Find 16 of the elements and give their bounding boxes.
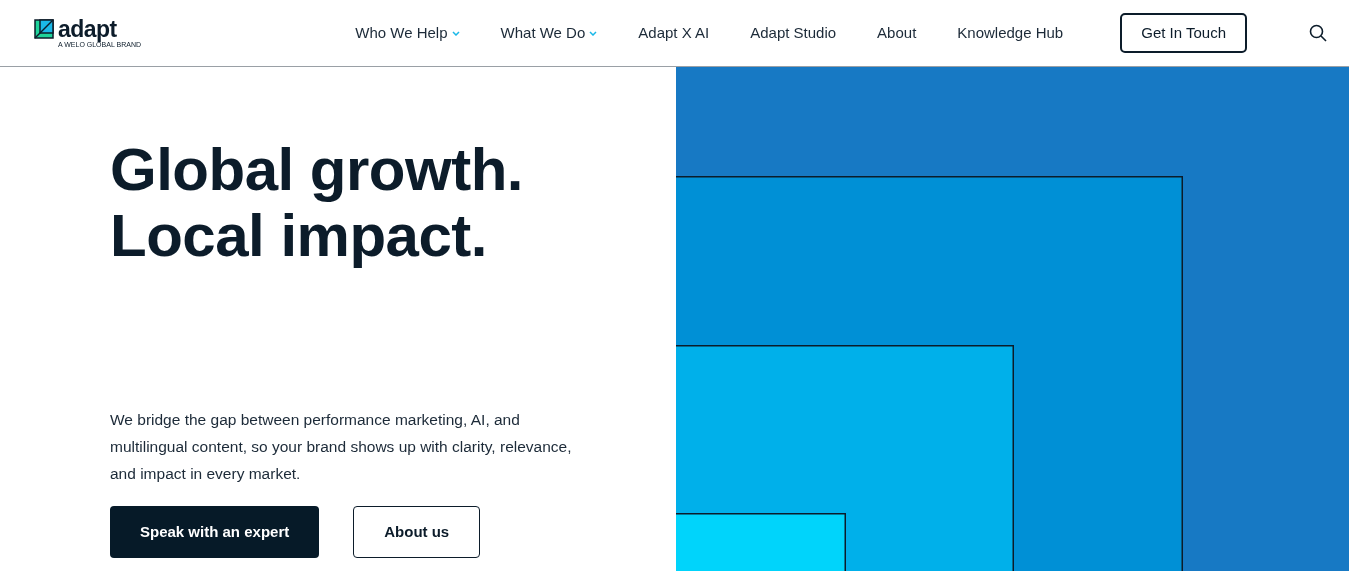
logo-wordmark: adapt	[58, 17, 118, 40]
logo-icon	[34, 18, 54, 39]
speak-with-expert-button[interactable]: Speak with an expert	[110, 506, 320, 558]
nav-link[interactable]: Who We Help	[355, 21, 460, 45]
chevron-down-icon	[589, 30, 598, 36]
search-icon[interactable]	[1309, 24, 1327, 42]
hero-description: We bridge the gap between performance marketing, AI, and multilingual content, so your brand shows up with clarity, relevance, and impact in every market.	[110, 410, 572, 484]
chevron-down-icon	[451, 30, 460, 36]
about-us-button[interactable]: About us	[353, 506, 481, 558]
nav-link[interactable]: About	[877, 21, 917, 45]
nav-link[interactable]: Adapt X AI	[638, 21, 710, 45]
nav-link[interactable]: Knowledge Hub	[957, 21, 1064, 45]
nav-link[interactable]: What We Do	[500, 21, 598, 45]
nav-link[interactable]: Adapt Studio	[750, 21, 837, 45]
get-in-touch-button[interactable]: Get In Touch	[1120, 13, 1247, 53]
hero-headline: Global growth. Local impact.	[110, 137, 524, 269]
